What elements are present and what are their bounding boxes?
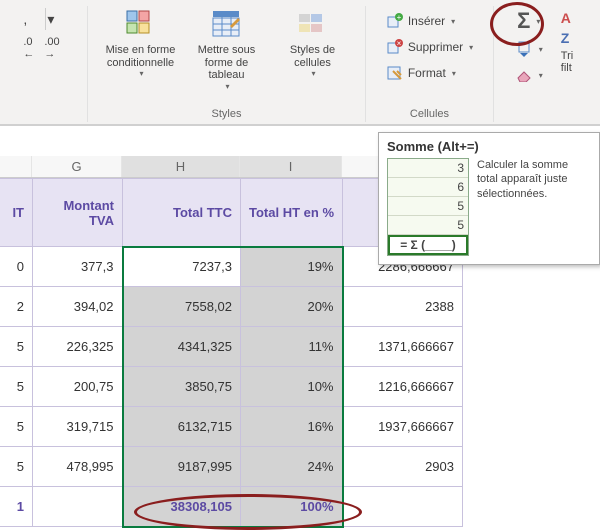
cell[interactable]: 5 <box>0 407 33 447</box>
cell[interactable]: 5 <box>0 327 33 367</box>
table-row: 5 319,715 6132,715 16% 1937,666667 <box>0 407 463 447</box>
format-as-table-icon <box>211 8 243 40</box>
insert-button[interactable]: + Insérer▾ <box>382 10 459 32</box>
cell[interactable]: 24% <box>241 447 343 487</box>
sort-Z-icon: Z <box>561 30 570 46</box>
sigma-icon: Σ <box>517 8 530 34</box>
conditional-formatting-button[interactable]: Mise en forme conditionnelle▾ <box>102 6 180 80</box>
sum-row: 1 38308,105 100% <box>0 487 463 527</box>
table-row: 2 394,02 7558,02 20% 2388 <box>0 287 463 327</box>
cell[interactable]: 10% <box>241 367 343 407</box>
cell-styles-icon <box>297 8 329 40</box>
table-row: 5 200,75 3850,75 10% 1216,666667 <box>0 367 463 407</box>
col-header[interactable]: G <box>32 156 122 177</box>
cell-styles-button[interactable]: Styles de cellules▾ <box>274 6 352 80</box>
svg-text:×: × <box>396 39 401 48</box>
cell[interactable]: 1937,666667 <box>343 407 463 447</box>
cell[interactable]: 1371,666667 <box>343 327 463 367</box>
tooltip-title: Somme (Alt+=) <box>387 139 591 154</box>
format-as-table-button[interactable]: Mettre sous forme de tableau▾ <box>188 6 266 93</box>
cell[interactable]: 1216,666667 <box>343 367 463 407</box>
table-row: 5 226,325 4341,325 11% 1371,666667 <box>0 327 463 367</box>
cell[interactable]: 11% <box>241 327 343 367</box>
header-cell[interactable]: IT <box>0 179 33 247</box>
col-header[interactable]: I <box>240 156 342 177</box>
cell[interactable]: 6132,715 <box>123 407 241 447</box>
autosum-tooltip: Somme (Alt+=) 3 6 5 5 = Σ (____) Calcule… <box>378 132 600 265</box>
increase-decimal-button[interactable]: .00→ <box>44 36 59 60</box>
cell[interactable]: 5 <box>0 447 33 487</box>
sort-filter-label: Trifilt <box>561 50 573 74</box>
autosum-button[interactable]: Σ▾ <box>513 8 544 34</box>
header-cell[interactable]: Total TTC <box>123 179 241 247</box>
col-header[interactable]: H <box>122 156 240 177</box>
cell[interactable]: 20% <box>241 287 343 327</box>
ribbon: , ▾ .0← .00→ Mise en forme conditionnell… <box>0 0 600 126</box>
header-cell[interactable]: Montant TVA <box>33 179 123 247</box>
cell[interactable]: 100% <box>241 487 343 527</box>
format-icon <box>386 64 404 82</box>
svg-text:+: + <box>396 13 401 22</box>
eraser-icon <box>515 66 533 84</box>
header-cell[interactable]: Total HT en % <box>241 179 343 247</box>
styles-group: Mise en forme conditionnelle▾ Mettre sou… <box>88 6 366 122</box>
cell[interactable]: 394,02 <box>33 287 123 327</box>
cell[interactable]: 16% <box>241 407 343 447</box>
sort-A-icon: A <box>561 10 571 26</box>
cell[interactable]: 377,3 <box>33 247 123 287</box>
cell[interactable]: 319,715 <box>33 407 123 447</box>
number-group: , ▾ .0← .00→ <box>0 6 88 122</box>
comma-style-button[interactable]: , <box>23 11 35 27</box>
cell[interactable]: 9187,995 <box>123 447 241 487</box>
styles-group-label: Styles <box>212 106 242 122</box>
tooltip-mini-grid: 3 6 5 5 = Σ (____) <box>387 158 469 256</box>
tooltip-text: Calculer la somme total apparaît juste s… <box>477 158 591 256</box>
delete-button[interactable]: × Supprimer▾ <box>382 36 477 58</box>
fill-button[interactable]: ▾ <box>511 38 547 60</box>
clear-button[interactable]: ▾ <box>511 64 547 86</box>
col-header[interactable] <box>0 156 32 177</box>
cell[interactable] <box>343 487 463 527</box>
cells-group-label: Cellules <box>410 106 449 122</box>
cell[interactable] <box>33 487 123 527</box>
conditional-formatting-icon <box>125 8 157 40</box>
cell[interactable]: 38308,105 <box>123 487 241 527</box>
cells-group: + Insérer▾ × Supprimer▾ Format▾ <box>366 6 494 122</box>
number-format-dropdown[interactable]: ▾ <box>45 8 55 30</box>
cell[interactable]: 478,995 <box>33 447 123 487</box>
fill-down-icon <box>515 40 533 58</box>
table-row: 5 478,995 9187,995 24% 2903 <box>0 447 463 487</box>
cell[interactable]: 5 <box>0 367 33 407</box>
insert-icon: + <box>386 12 404 30</box>
cell[interactable]: 7237,3 <box>123 247 241 287</box>
delete-icon: × <box>386 38 404 56</box>
cell[interactable]: 2 <box>0 287 33 327</box>
cell[interactable]: 7558,02 <box>123 287 241 327</box>
decrease-decimal-button[interactable]: .0← <box>23 36 34 60</box>
cell[interactable]: 200,75 <box>33 367 123 407</box>
cell[interactable]: 4341,325 <box>123 327 241 367</box>
cell[interactable]: 2388 <box>343 287 463 327</box>
cell[interactable]: 0 <box>0 247 33 287</box>
cell[interactable]: 1 <box>0 487 33 527</box>
editing-group: Σ▾ ▾ ▾ A Z Trifilt <box>494 6 590 122</box>
cell[interactable]: 2903 <box>343 447 463 487</box>
cell[interactable]: 19% <box>241 247 343 287</box>
cell[interactable]: 226,325 <box>33 327 123 367</box>
format-button[interactable]: Format▾ <box>382 62 460 84</box>
cell[interactable]: 3850,75 <box>123 367 241 407</box>
